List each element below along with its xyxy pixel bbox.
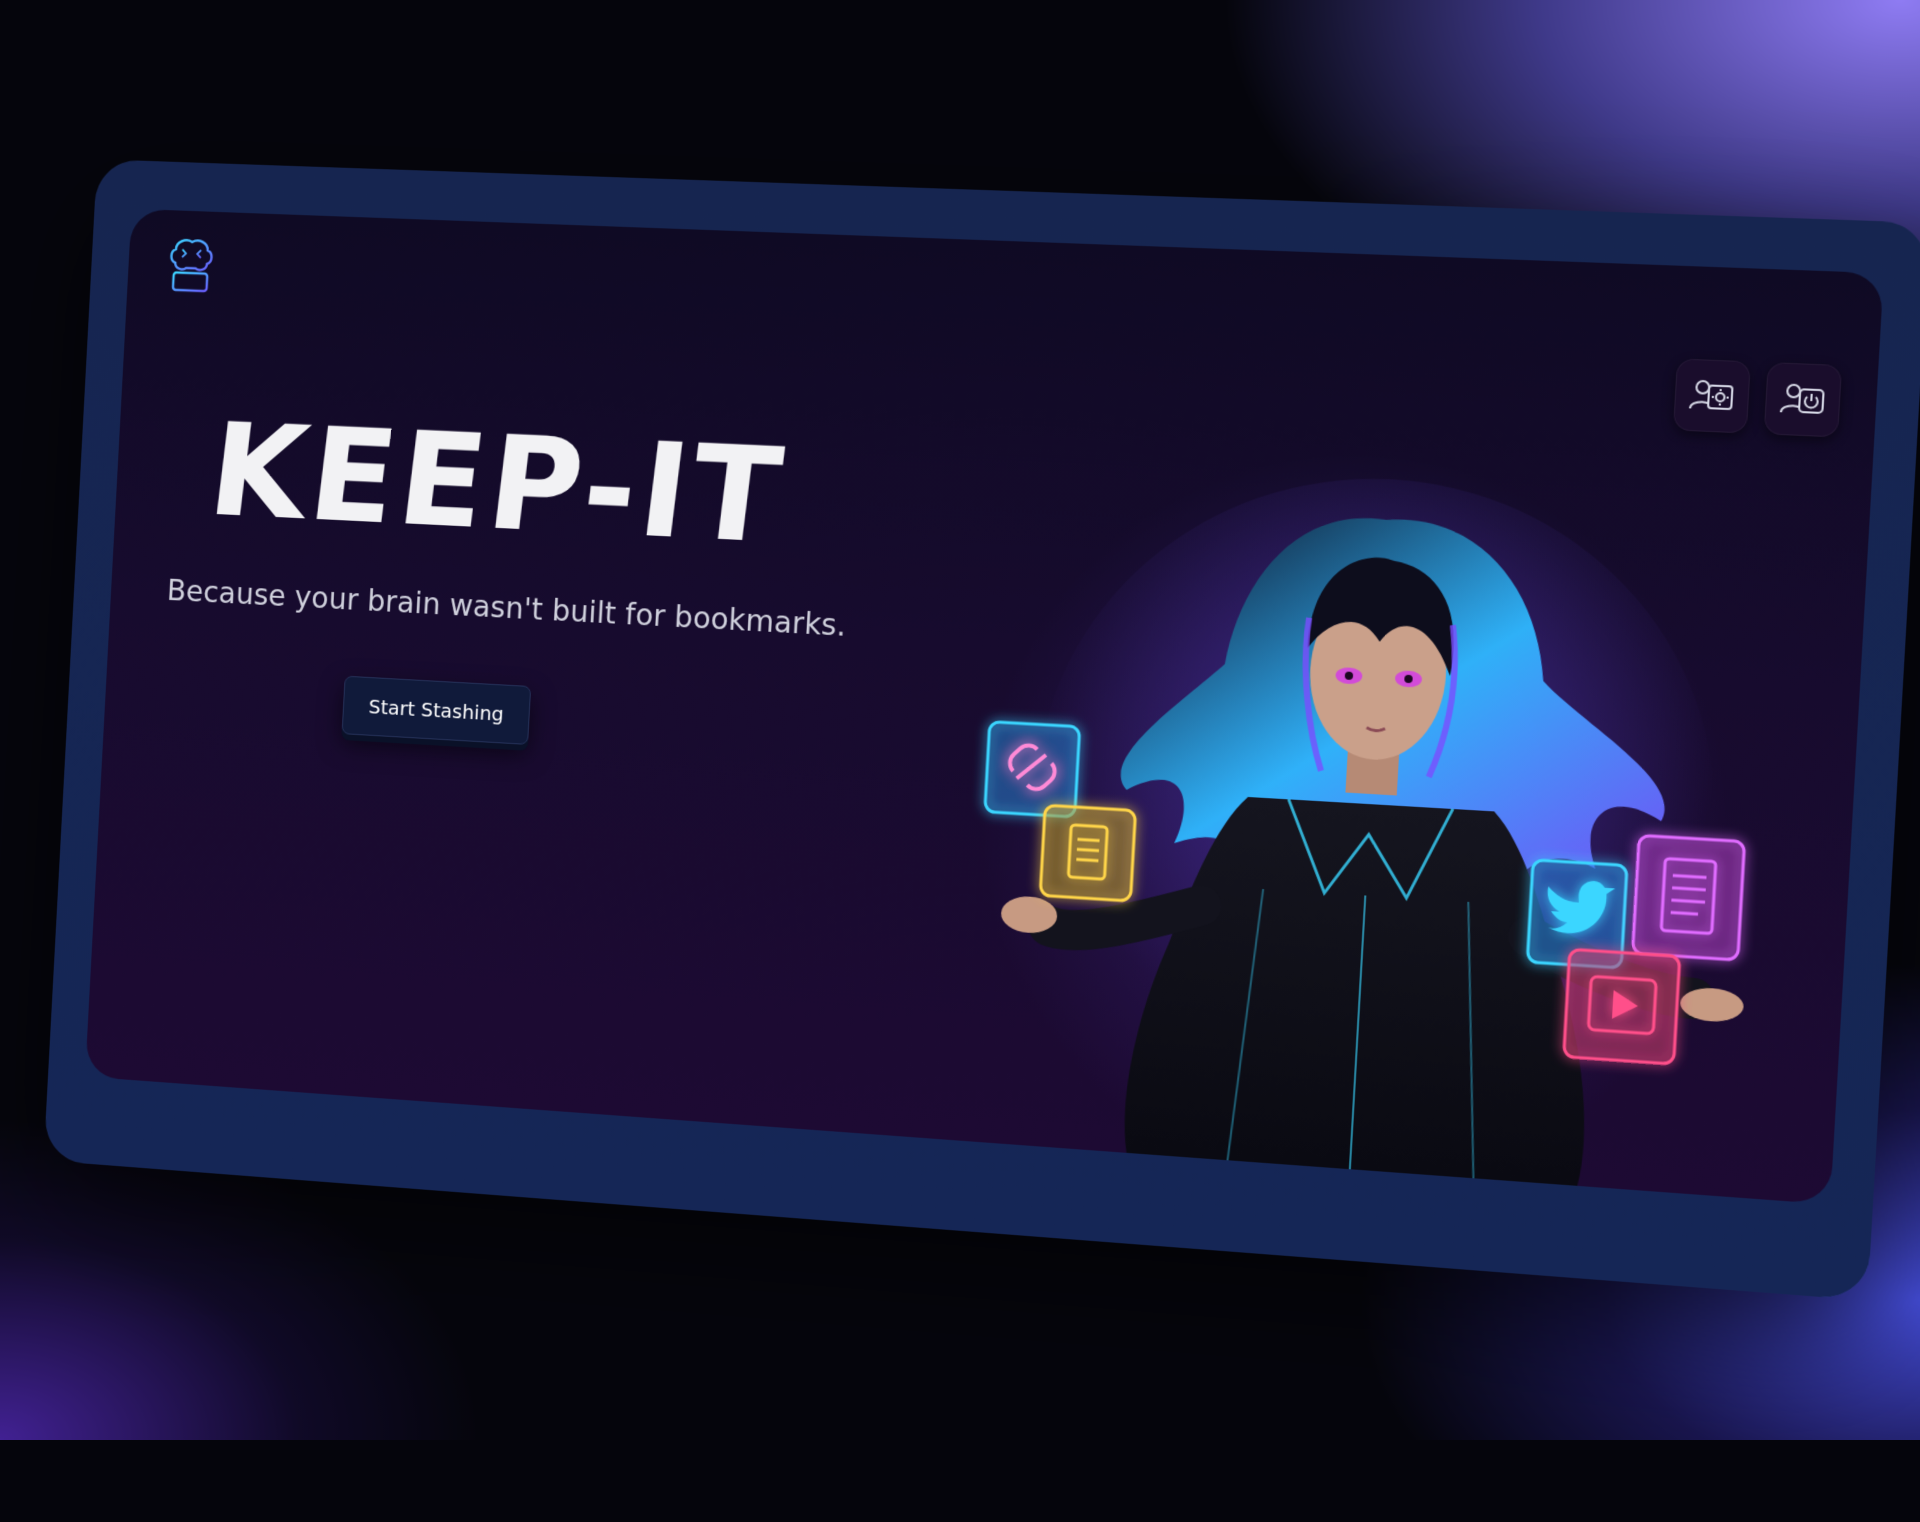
brain-drawer-icon[interactable] (164, 235, 217, 295)
document-icon (1040, 805, 1135, 901)
user-settings-icon (1686, 374, 1737, 417)
user-settings-button[interactable] (1673, 358, 1751, 433)
start-stashing-button[interactable]: Start Stashing (342, 676, 532, 745)
user-logout-button[interactable] (1764, 362, 1842, 437)
device-scene: KEEP-IT Because your brain wasn't built … (5, 0, 1920, 1522)
play-video-icon (1564, 949, 1680, 1064)
user-logout-icon (1777, 378, 1828, 421)
hero-illustration (927, 450, 1808, 1200)
hero-title: KEEP-IT (203, 406, 792, 562)
hero-tagline: Because your brain wasn't built for book… (166, 574, 847, 644)
app-screen: KEEP-IT Because your brain wasn't built … (85, 209, 1884, 1205)
document-icon (1633, 835, 1745, 960)
link-icon (985, 722, 1080, 817)
